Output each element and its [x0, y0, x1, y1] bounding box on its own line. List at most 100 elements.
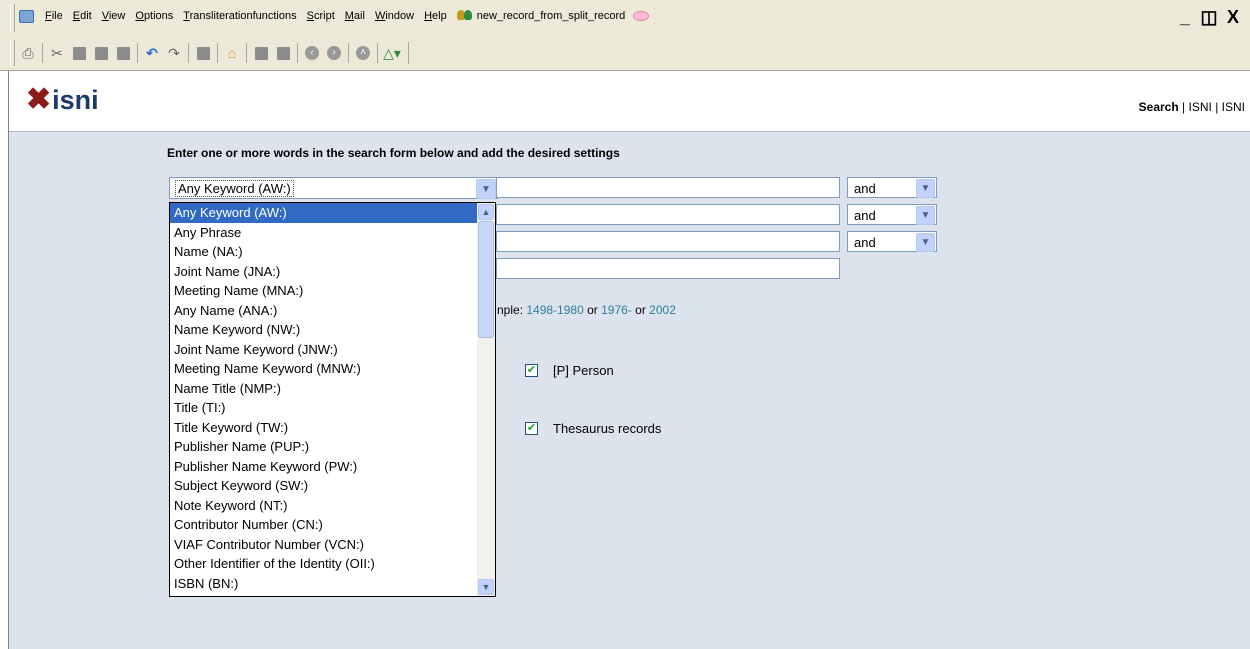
- dropdown-option[interactable]: Meeting Name Keyword (MNW:): [170, 359, 479, 379]
- paste-icon[interactable]: [93, 45, 109, 61]
- menu-grip: [10, 4, 15, 32]
- menu-edit[interactable]: Edit: [68, 10, 97, 22]
- search-term-input-3[interactable]: [496, 231, 840, 252]
- menu-options[interactable]: Options: [130, 10, 178, 22]
- save-icon[interactable]: [195, 45, 211, 61]
- record-icon[interactable]: [253, 45, 269, 61]
- copy-icon[interactable]: [71, 45, 87, 61]
- dropdown-option[interactable]: Any Phrase: [170, 223, 479, 243]
- toolbar-separator: [246, 43, 247, 63]
- restore-button[interactable]: ◫: [1198, 6, 1220, 28]
- dropdown-option[interactable]: Contributor Number (CN:): [170, 515, 479, 535]
- operator-select-3[interactable]: and ▼: [847, 231, 937, 252]
- dropdown-option[interactable]: Publisher Name (PUP:): [170, 437, 479, 457]
- menu-script[interactable]: Script: [302, 10, 340, 22]
- menu-window[interactable]: Window: [370, 10, 419, 22]
- toolbar-separator: [217, 43, 218, 63]
- dropdown-option[interactable]: Other Identifier of the Identity (OII:): [170, 554, 479, 574]
- dropdown-option[interactable]: Name Keyword (NW:): [170, 320, 479, 340]
- operator-select-2[interactable]: and ▼: [847, 204, 937, 225]
- nav-isni-link[interactable]: ISNI: [1222, 100, 1245, 114]
- dropdown-option[interactable]: Any Keyword (AW:): [170, 203, 479, 223]
- tool-icon[interactable]: △▾: [383, 45, 401, 61]
- dropdown-option[interactable]: Meeting Name (MNA:): [170, 281, 479, 301]
- menu-help[interactable]: Help: [419, 10, 452, 22]
- dropdown-option[interactable]: Title (TI:): [170, 398, 479, 418]
- search-term-input-2[interactable]: [496, 204, 840, 225]
- pin-icon[interactable]: [633, 11, 650, 21]
- menu-file[interactable]: File: [40, 10, 68, 22]
- operator-select-1[interactable]: and ▼: [847, 177, 937, 198]
- undo-icon[interactable]: ↶: [144, 45, 160, 61]
- thesaurus-checkbox-label: Thesaurus records: [553, 421, 662, 436]
- forward-icon[interactable]: ›: [326, 45, 342, 61]
- search-term-input-4[interactable]: [496, 258, 840, 279]
- dropdown-option[interactable]: ISBN (BN:): [170, 574, 479, 594]
- year-hint: nple: 1498-1980 or 1976- or 2002: [497, 303, 676, 317]
- search-instruction: Enter one or more words in the search fo…: [167, 146, 620, 160]
- year-hint-or: or: [635, 303, 646, 317]
- toolbar: ⎙ ✂ ↶ ↷ ⌂ ‹ › ˄ △▾: [0, 38, 1250, 71]
- menu-mail[interactable]: Mail: [340, 10, 370, 22]
- minimize-button[interactable]: _: [1174, 6, 1196, 28]
- document-tab[interactable]: new_record_from_split_record: [452, 10, 655, 22]
- window-controls: _ ◫ X: [1174, 6, 1244, 28]
- home-icon[interactable]: ⌂: [224, 45, 240, 61]
- dropdown-option[interactable]: VIAF Contributor Number (VCN:): [170, 535, 479, 555]
- search-field-dropdown-list[interactable]: Any Keyword (AW:) Any Phrase Name (NA:) Joi…: [169, 202, 496, 597]
- dropdown-option[interactable]: Name Title (NMP:): [170, 379, 479, 399]
- chevron-down-icon[interactable]: ▼: [916, 233, 935, 252]
- year-example-link[interactable]: 1498-1980: [526, 303, 583, 317]
- chevron-down-icon[interactable]: ▼: [916, 206, 935, 225]
- up-icon[interactable]: ˄: [355, 45, 371, 61]
- dropdown-option[interactable]: Joint Name (JNA:): [170, 262, 479, 282]
- toolbar-separator: [137, 43, 138, 63]
- chevron-down-icon[interactable]: ▼: [916, 179, 935, 198]
- search-term-input-1[interactable]: [496, 177, 840, 198]
- year-example-link[interactable]: 2002: [649, 303, 676, 317]
- menu-view[interactable]: View: [97, 10, 131, 22]
- operator-value: and: [854, 208, 876, 223]
- dropdown-option[interactable]: Title Keyword (TW:): [170, 418, 479, 438]
- isni-logo[interactable]: ✖ isni: [26, 83, 99, 116]
- dropdown-option[interactable]: Note Keyword (NT:): [170, 496, 479, 516]
- toolbar-separator: [377, 43, 378, 63]
- scroll-down-icon[interactable]: ▼: [478, 579, 494, 595]
- redo-icon[interactable]: ↷: [166, 45, 182, 61]
- operator-value: and: [854, 235, 876, 250]
- users-icon: [456, 10, 473, 22]
- nav-search-link[interactable]: Search: [1139, 100, 1179, 114]
- menu-bar: File Edit View Options Transliterationfu…: [0, 0, 1250, 38]
- dropdown-option[interactable]: Subject Keyword (SW:): [170, 476, 479, 496]
- cut-icon[interactable]: ✂: [49, 45, 65, 61]
- dropdown-option[interactable]: Joint Name Keyword (JNW:): [170, 340, 479, 360]
- thesaurus-checkbox[interactable]: ✔: [525, 422, 538, 435]
- back-icon[interactable]: ‹: [304, 45, 320, 61]
- search-field-select[interactable]: Any Keyword (AW:) ▼: [169, 177, 498, 199]
- scroll-up-icon[interactable]: ▲: [478, 204, 494, 220]
- logo-text: isni: [52, 85, 99, 115]
- document-title: new_record_from_split_record: [476, 10, 626, 22]
- chevron-down-icon[interactable]: ▼: [476, 179, 496, 199]
- toolbar-separator: [348, 43, 349, 63]
- person-checkbox-label: [P] Person: [553, 363, 614, 378]
- record2-icon[interactable]: [275, 45, 291, 61]
- toolbar-buttons: ⎙ ✂ ↶ ↷ ⌂ ‹ › ˄ △▾: [20, 42, 409, 64]
- print-icon[interactable]: ⎙: [20, 45, 36, 61]
- dropdown-option[interactable]: Any Name (ANA:): [170, 301, 479, 321]
- year-example-link[interactable]: 1976-: [601, 303, 632, 317]
- nav-isni-link[interactable]: ISNI: [1189, 100, 1212, 114]
- logo-mark-icon: ✖: [26, 83, 52, 116]
- menu-transliterationfunctions[interactable]: Transliterationfunctions: [178, 10, 301, 22]
- toolbar-grip: [10, 40, 15, 66]
- person-checkbox[interactable]: ✔: [525, 364, 538, 377]
- scroll-thumb[interactable]: [478, 221, 494, 338]
- operator-value: and: [854, 181, 876, 196]
- dropdown-scrollbar[interactable]: ▲ ▼: [477, 203, 495, 596]
- dropdown-option[interactable]: Name (NA:): [170, 242, 479, 262]
- dropdown-options: Any Keyword (AW:) Any Phrase Name (NA:) Joi…: [170, 203, 479, 593]
- dropdown-option[interactable]: Publisher Name Keyword (PW:): [170, 457, 479, 477]
- app-icon: [19, 10, 34, 23]
- delete-icon[interactable]: [115, 45, 131, 61]
- close-button[interactable]: X: [1222, 6, 1244, 28]
